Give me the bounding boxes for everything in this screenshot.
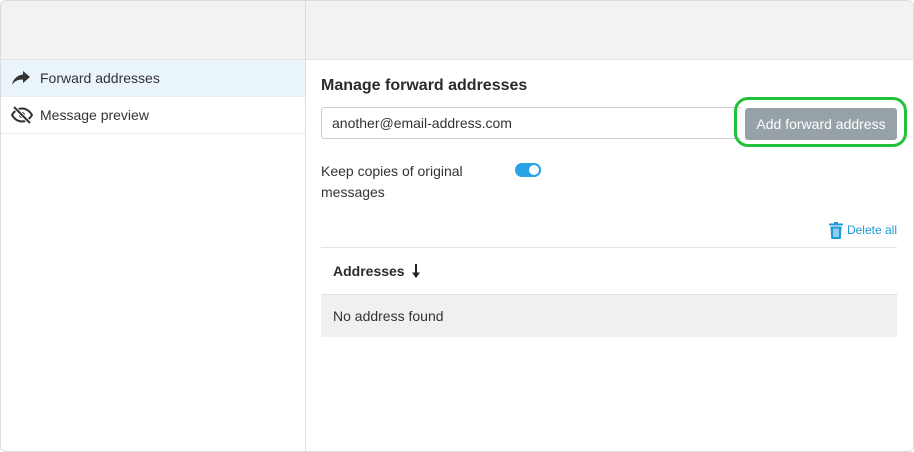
- add-address-row: Add forward address: [321, 97, 907, 147]
- panel-divider: [305, 1, 306, 451]
- toggle-knob: [529, 165, 539, 175]
- empty-message: No address found: [333, 308, 444, 324]
- table-header-row: Addresses: [321, 248, 897, 295]
- add-forward-address-button[interactable]: Add forward address: [745, 108, 897, 140]
- sidebar-item-label: Message preview: [40, 107, 149, 123]
- email-field[interactable]: [321, 107, 741, 139]
- addresses-table: Addresses No address found: [321, 247, 897, 337]
- page-title: Manage forward addresses: [321, 77, 528, 94]
- sidebar-item-label: Forward addresses: [40, 70, 160, 86]
- column-header-label: Addresses: [333, 263, 405, 279]
- content-header: [306, 1, 913, 60]
- sort-arrow-down-icon: [411, 263, 421, 279]
- eye-slash-icon: [11, 105, 35, 125]
- keep-copies-label: Keep copies of original messages: [321, 163, 463, 200]
- sidebar-item-forward-addresses[interactable]: Forward addresses: [1, 60, 305, 97]
- sidebar: Forward addresses Message preview: [1, 60, 305, 134]
- delete-all-button[interactable]: Delete all: [828, 221, 897, 239]
- table-actions: Delete all: [321, 217, 897, 247]
- share-arrow-icon: [11, 68, 35, 88]
- table-row: No address found: [321, 295, 897, 337]
- keep-copies-toggle[interactable]: [515, 163, 541, 177]
- forward-settings-panel: Manage forward addresses Add forward add…: [321, 60, 907, 337]
- sidebar-item-message-preview[interactable]: Message preview: [1, 97, 305, 134]
- trash-icon: [828, 221, 845, 239]
- sidebar-header: [1, 1, 305, 60]
- addresses-column-header[interactable]: Addresses: [333, 263, 421, 279]
- app-window: Forward addresses Message preview Manage…: [0, 0, 914, 452]
- delete-all-label: Delete all: [846, 223, 897, 237]
- keep-copies-row: Keep copies of original messages: [321, 161, 897, 205]
